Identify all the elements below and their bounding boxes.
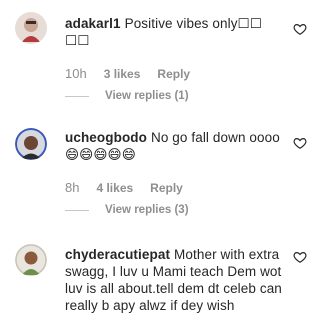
comment-username[interactable]: chyderacutiepat xyxy=(65,247,170,262)
comment-meta: 10h 3 likes Reply xyxy=(65,66,190,81)
comment-text-block: chyderacutiepat Mother with extra swagg, … xyxy=(65,246,287,314)
avatar[interactable] xyxy=(15,12,47,44)
view-replies-label: View replies (1) xyxy=(105,90,189,102)
comment-username[interactable]: adakarl1 xyxy=(65,16,121,31)
like-heart-icon[interactable] xyxy=(293,250,307,264)
comment-time: 10h xyxy=(65,66,87,81)
replies-divider xyxy=(65,95,89,97)
like-heart-icon[interactable] xyxy=(293,136,307,150)
replies-divider xyxy=(65,209,89,211)
comment-text-block: adakarl1 Positive vibes only☐☐ ☐☐ xyxy=(65,15,287,49)
comment-time: 8h xyxy=(65,180,80,195)
view-replies-button[interactable]: View replies (1) xyxy=(65,90,189,102)
comment-text-block: ucheogbodo No go fall down oooo 😄😄😄😄😄 xyxy=(65,129,287,163)
avatar[interactable] xyxy=(15,128,47,160)
view-replies-button[interactable]: View replies (3) xyxy=(65,204,189,216)
like-heart-icon[interactable] xyxy=(293,22,307,36)
comment-username[interactable]: ucheogbodo xyxy=(65,130,147,145)
comment-meta: 8h 4 likes Reply xyxy=(65,180,183,195)
comment-likes[interactable]: 3 likes xyxy=(104,67,141,81)
view-replies-label: View replies (3) xyxy=(105,204,189,216)
reply-button[interactable]: Reply xyxy=(150,181,183,195)
avatar[interactable] xyxy=(15,244,47,276)
comment-likes[interactable]: 4 likes xyxy=(96,181,133,195)
reply-button[interactable]: Reply xyxy=(157,67,190,81)
